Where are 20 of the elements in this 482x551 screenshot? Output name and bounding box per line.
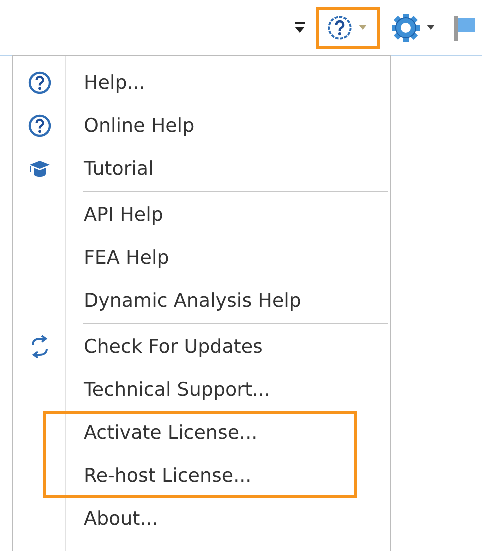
menu-item[interactable]: Tutorial xyxy=(13,147,390,190)
caret-icon xyxy=(427,25,435,30)
menu-item[interactable]: Technical Support... xyxy=(13,368,390,411)
help-icon xyxy=(28,70,52,94)
menu-item[interactable]: Dynamic Analysis Help xyxy=(13,279,390,322)
menu-item[interactable]: Check For Updates xyxy=(13,325,390,368)
menu-item[interactable]: About... xyxy=(13,497,390,540)
menu-item[interactable]: Re-host License... xyxy=(13,454,390,497)
overflow-icon xyxy=(295,22,305,34)
caret-icon xyxy=(359,25,367,30)
menu-item[interactable]: Online Help xyxy=(13,104,390,147)
graduation-cap-icon xyxy=(28,158,50,178)
help-icon xyxy=(327,14,353,40)
help-icon xyxy=(28,114,52,138)
menu-item[interactable]: API Help xyxy=(13,193,390,236)
menu-item[interactable]: FEA Help xyxy=(13,236,390,279)
settings-icon xyxy=(391,12,421,42)
menu-item[interactable]: Activate License... xyxy=(13,411,390,454)
help-button[interactable] xyxy=(316,6,380,48)
menu-item[interactable]: Help... xyxy=(13,61,390,104)
